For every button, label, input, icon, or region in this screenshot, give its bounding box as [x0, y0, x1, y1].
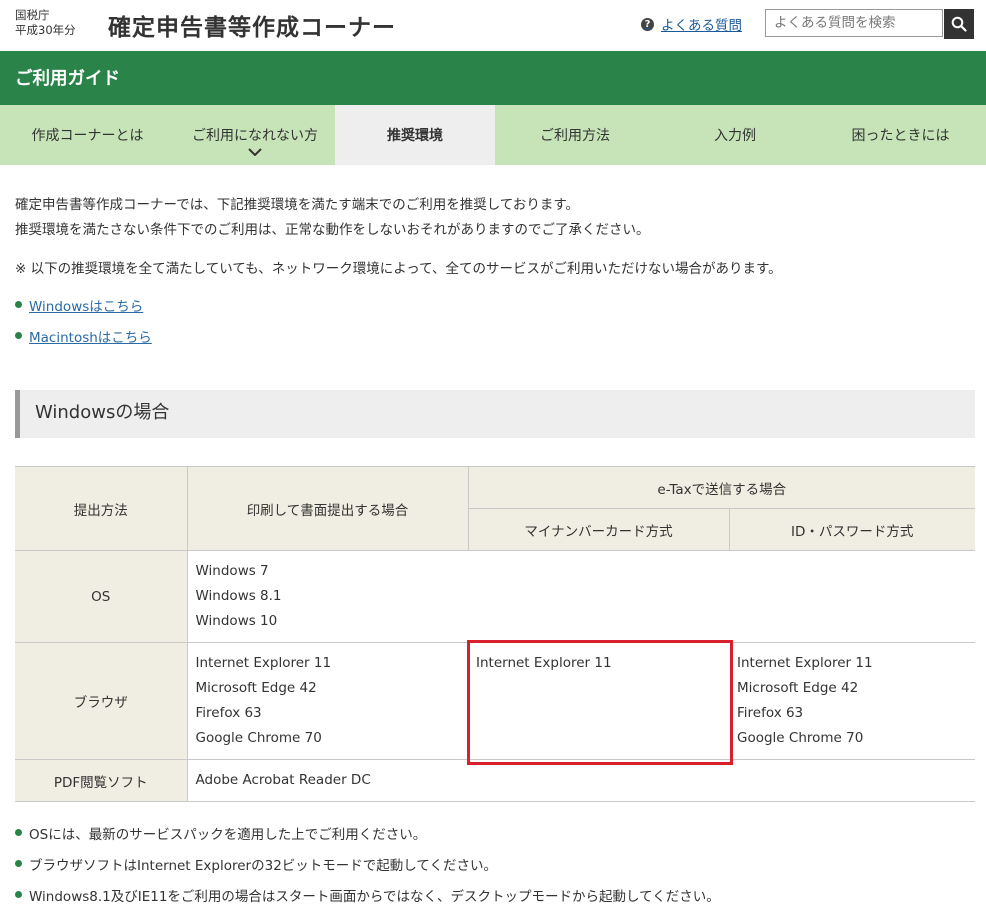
browser-item: Firefox 63	[195, 705, 262, 721]
row-label-os: OS	[15, 550, 188, 643]
os-item: Windows 10	[195, 613, 278, 629]
tab-recommended-env[interactable]: 推奨環境	[335, 105, 495, 165]
bullet-icon	[15, 891, 22, 898]
section-heading-windows: Windowsの場合	[15, 390, 975, 438]
intro-line: 推奨環境を満たさない条件下でのご利用は、正常な動作をしないおそれがありますのでご…	[15, 221, 650, 238]
guide-tabs: 作成コーナーとは ご利用になれない方 推奨環境 ご利用方法 入力例 困ったときに…	[0, 105, 986, 165]
faq-link-label[interactable]: よくある質問	[661, 14, 742, 34]
tax-year: 平成30年分	[15, 23, 76, 37]
tab-examples[interactable]: 入力例	[655, 105, 815, 165]
tab-ineligible[interactable]: ご利用になれない方	[175, 105, 335, 165]
list-item: Windows8.1及びIE11をご利用の場合はスタート画面からではなく、デスク…	[15, 885, 720, 916]
browser-item: Google Chrome 70	[737, 730, 864, 746]
header-etax: e-Taxで送信する場合	[468, 466, 975, 509]
tab-label: 推奨環境	[387, 128, 443, 144]
table-row: ブラウザ Internet Explorer 11 Microsoft Edge…	[15, 642, 975, 760]
search-button[interactable]	[944, 9, 974, 39]
browser-item: Microsoft Edge 42	[195, 680, 317, 696]
pdf-cell: Adobe Acrobat Reader DC	[187, 759, 975, 802]
tab-label: 困ったときには	[851, 128, 950, 144]
header-method: 提出方法	[15, 466, 188, 551]
tab-label: 作成コーナーとは	[31, 128, 144, 144]
faq-search-input[interactable]	[765, 9, 943, 37]
network-note: ※ 以下の推奨環境を全て満たしていても、ネットワーク環境によって、全てのサービス…	[15, 261, 782, 277]
note-text: Windows8.1及びIE11をご利用の場合はスタート画面からではなく、デスク…	[29, 889, 720, 905]
header-mynumber: マイナンバーカード方式	[468, 508, 730, 551]
browser-item: Internet Explorer 11	[195, 655, 332, 671]
tab-label: ご利用方法	[540, 128, 610, 144]
intro-line: 確定申告書等作成コーナーでは、下記推奨環境を満たす端末でのご利用を推奨しておりま…	[15, 197, 580, 213]
list-item: ブラウザソフトはInternet Explorerの32ビットモードで起動してく…	[15, 854, 720, 885]
guide-title: ご利用ガイド	[15, 69, 120, 89]
macintosh-link[interactable]: Macintoshはこちら	[29, 326, 152, 346]
bullet-icon	[15, 829, 22, 836]
header-idpw: ID・パスワード方式	[729, 508, 975, 551]
os-item: Windows 8.1	[195, 588, 282, 604]
note-text: OSには、最新のサービスパックを適用した上でご利用ください。	[29, 827, 427, 843]
guide-bar: ご利用ガイド	[0, 51, 986, 105]
bullet-icon	[15, 332, 22, 339]
agency-name: 国税庁	[15, 8, 50, 22]
tab-help[interactable]: 困ったときには	[815, 105, 986, 165]
bullet-icon	[15, 860, 22, 867]
browser-item: Internet Explorer 11	[737, 655, 873, 671]
environment-table: 提出方法 印刷して書面提出する場合 e-Taxで送信する場合 マイナンバーカード…	[15, 466, 975, 802]
faq-link[interactable]: ? よくある質問	[641, 14, 742, 34]
table-row: OS Windows 7 Windows 8.1 Windows 10	[15, 550, 975, 643]
intro-text: 確定申告書等作成コーナーでは、下記推奨環境を満たす端末でのご利用を推奨しておりま…	[15, 193, 650, 242]
browser-idpw-cell: Internet Explorer 11 Microsoft Edge 42 F…	[729, 642, 975, 760]
agency-label: 国税庁 平成30年分	[15, 8, 76, 38]
tab-how-to-use[interactable]: ご利用方法	[495, 105, 655, 165]
bullet-icon	[15, 301, 22, 308]
browser-mynumber-cell: Internet Explorer 11	[468, 642, 729, 760]
tab-about[interactable]: 作成コーナーとは	[0, 105, 175, 165]
browser-item: Internet Explorer 11	[476, 655, 612, 671]
row-label-pdf: PDF閲覧ソフト	[15, 759, 188, 802]
notes-list: OSには、最新のサービスパックを適用した上でご利用ください。 ブラウザソフトはI…	[15, 823, 720, 916]
os-cell: Windows 7 Windows 8.1 Windows 10	[187, 550, 975, 643]
search-icon	[951, 16, 967, 32]
tab-label: ご利用になれない方	[192, 128, 318, 144]
browser-item: Google Chrome 70	[195, 730, 322, 746]
site-title[interactable]: 確定申告書等作成コーナー	[108, 8, 396, 42]
header-print: 印刷して書面提出する場合	[187, 466, 469, 551]
row-label-browser: ブラウザ	[15, 642, 188, 760]
list-item: OSには、最新のサービスパックを適用した上でご利用ください。	[15, 823, 720, 854]
browser-print-cell: Internet Explorer 11 Microsoft Edge 42 F…	[187, 642, 468, 760]
os-link-list: Windowsはこちら Macintoshはこちら	[15, 295, 152, 357]
browser-item: Firefox 63	[737, 705, 804, 721]
chevron-down-icon	[248, 148, 262, 156]
question-circle-icon: ?	[641, 17, 654, 31]
tab-label: 入力例	[714, 128, 756, 144]
note-text: ブラウザソフトはInternet Explorerの32ビットモードで起動してく…	[29, 858, 497, 874]
table-row: PDF閲覧ソフト Adobe Acrobat Reader DC	[15, 759, 975, 802]
os-item: Windows 7	[195, 563, 269, 579]
list-item: Macintoshはこちら	[15, 326, 152, 357]
site-header: 国税庁 平成30年分 確定申告書等作成コーナー ? よくある質問	[0, 0, 986, 51]
list-item: Windowsはこちら	[15, 295, 152, 326]
browser-item: Microsoft Edge 42	[737, 680, 859, 696]
windows-link[interactable]: Windowsはこちら	[29, 295, 143, 315]
